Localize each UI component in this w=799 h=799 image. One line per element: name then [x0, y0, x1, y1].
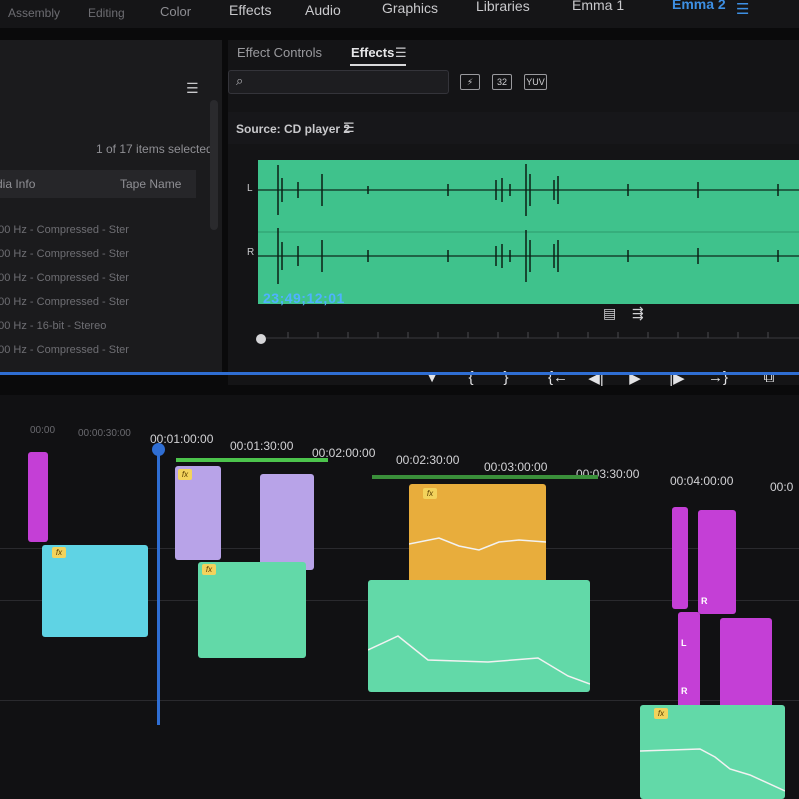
workspace-tab-assembly[interactable]: Assembly: [8, 6, 60, 20]
keyframe-line: [368, 635, 590, 685]
audio-clip[interactable]: [720, 618, 772, 714]
audio-clip[interactable]: [672, 507, 688, 609]
workspace-tab-effects[interactable]: Effects: [229, 2, 272, 18]
project-row[interactable]: 000 Hz - Compressed - Ster: [0, 344, 129, 356]
source-title[interactable]: Source: CD player 2: [236, 122, 350, 136]
column-media-info[interactable]: dia Info: [0, 177, 35, 191]
audio-clip[interactable]: fx: [175, 466, 221, 560]
timecode-label: 00:01:30:00: [230, 439, 294, 453]
timecode-label: 00:04:00:00: [670, 474, 734, 488]
32bit-effects-button[interactable]: 32: [492, 74, 512, 90]
audio-clip[interactable]: [28, 452, 48, 542]
items-selected-count: 1 of 17 items selected: [96, 142, 213, 156]
fx-badge: fx: [178, 469, 192, 480]
audio-clip[interactable]: fx: [42, 545, 148, 637]
timecode-label: 00:00: [30, 425, 56, 436]
workspace-menu-icon[interactable]: ☰: [736, 0, 750, 18]
workspace-tab-graphics[interactable]: Graphics: [382, 0, 438, 16]
keyframe-line: [409, 537, 546, 551]
workspace-tab-audio[interactable]: Audio: [305, 2, 341, 18]
workspace-tab-emma2[interactable]: Emma 2: [672, 0, 726, 12]
search-icon: ⌕: [236, 73, 244, 88]
yuv-effects-button[interactable]: YUV: [524, 74, 547, 90]
keyframe-line: [640, 748, 785, 792]
column-tape-name[interactable]: Tape Name: [120, 177, 181, 191]
source-waveform[interactable]: [258, 160, 799, 304]
channel-label-left: L: [247, 183, 253, 194]
source-menu-icon[interactable]: ☰: [343, 120, 355, 136]
waveform-graphic: [258, 164, 799, 284]
timecode-label: 00:0: [770, 480, 794, 494]
source-scrub-ruler[interactable]: [258, 330, 799, 346]
project-row[interactable]: 000 Hz - Compressed - Ster: [0, 248, 129, 260]
audio-clip[interactable]: [368, 580, 590, 692]
audio-clip[interactable]: L R: [678, 612, 700, 708]
audio-clip[interactable]: fx: [409, 484, 546, 584]
timecode-label: 00:00:30:00: [78, 428, 131, 439]
drag-audio-icon[interactable]: ⇶: [632, 305, 644, 322]
tab-effects[interactable]: Effects: [351, 45, 394, 60]
work-area-bar[interactable]: [176, 458, 328, 462]
channel-label-right: R: [247, 247, 255, 258]
timeline-playhead[interactable]: [152, 443, 165, 456]
audio-clip[interactable]: fx: [640, 705, 785, 799]
project-row[interactable]: 000 Hz - 16-bit - Stereo: [0, 320, 106, 332]
channel-label-left: L: [681, 638, 687, 648]
workspace-tab-color[interactable]: Color: [160, 4, 191, 19]
accelerated-effects-button[interactable]: ⚡: [460, 74, 480, 90]
source-playhead[interactable]: [256, 334, 266, 344]
active-tab-indicator: [350, 64, 406, 66]
project-column-header: dia Info Tape Name: [0, 170, 196, 198]
project-row[interactable]: 000 Hz - Compressed - Ster: [0, 272, 129, 284]
source-timecode[interactable]: 23;49;12;01: [263, 290, 345, 306]
tab-effect-controls[interactable]: Effect Controls: [237, 45, 322, 60]
channel-label-right: R: [681, 686, 688, 696]
drag-video-icon[interactable]: ▤: [603, 305, 616, 322]
project-menu-icon[interactable]: ☰: [186, 80, 199, 97]
channel-label-right: R: [701, 596, 708, 606]
audio-clip[interactable]: R: [698, 510, 736, 614]
audio-clip[interactable]: [260, 474, 314, 570]
effects-search-input[interactable]: [228, 70, 449, 94]
workspace-bar: Assembly Editing Color Effects Audio Gra…: [0, 0, 799, 28]
timeline-playhead-line[interactable]: [157, 445, 160, 725]
audio-clip[interactable]: fx: [198, 562, 306, 658]
workspace-tab-libraries[interactable]: Libraries: [476, 0, 530, 14]
fx-badge: fx: [52, 547, 66, 558]
timeline-focus-border: [0, 372, 799, 375]
project-row[interactable]: 000 Hz - Compressed - Ster: [0, 224, 129, 236]
work-area-bar[interactable]: [372, 475, 598, 479]
timecode-label: 00:02:30:00: [396, 453, 460, 467]
project-scrollbar[interactable]: [210, 100, 218, 230]
workspace-tab-editing[interactable]: Editing: [88, 6, 125, 20]
ruler-ticks: [258, 332, 799, 339]
timecode-label: 00:03:00:00: [484, 460, 548, 474]
project-row[interactable]: 000 Hz - Compressed - Ster: [0, 296, 129, 308]
fx-badge: fx: [202, 564, 216, 575]
workspace-tab-emma1[interactable]: Emma 1: [572, 0, 624, 13]
tab-menu-icon[interactable]: ☰: [395, 45, 407, 61]
